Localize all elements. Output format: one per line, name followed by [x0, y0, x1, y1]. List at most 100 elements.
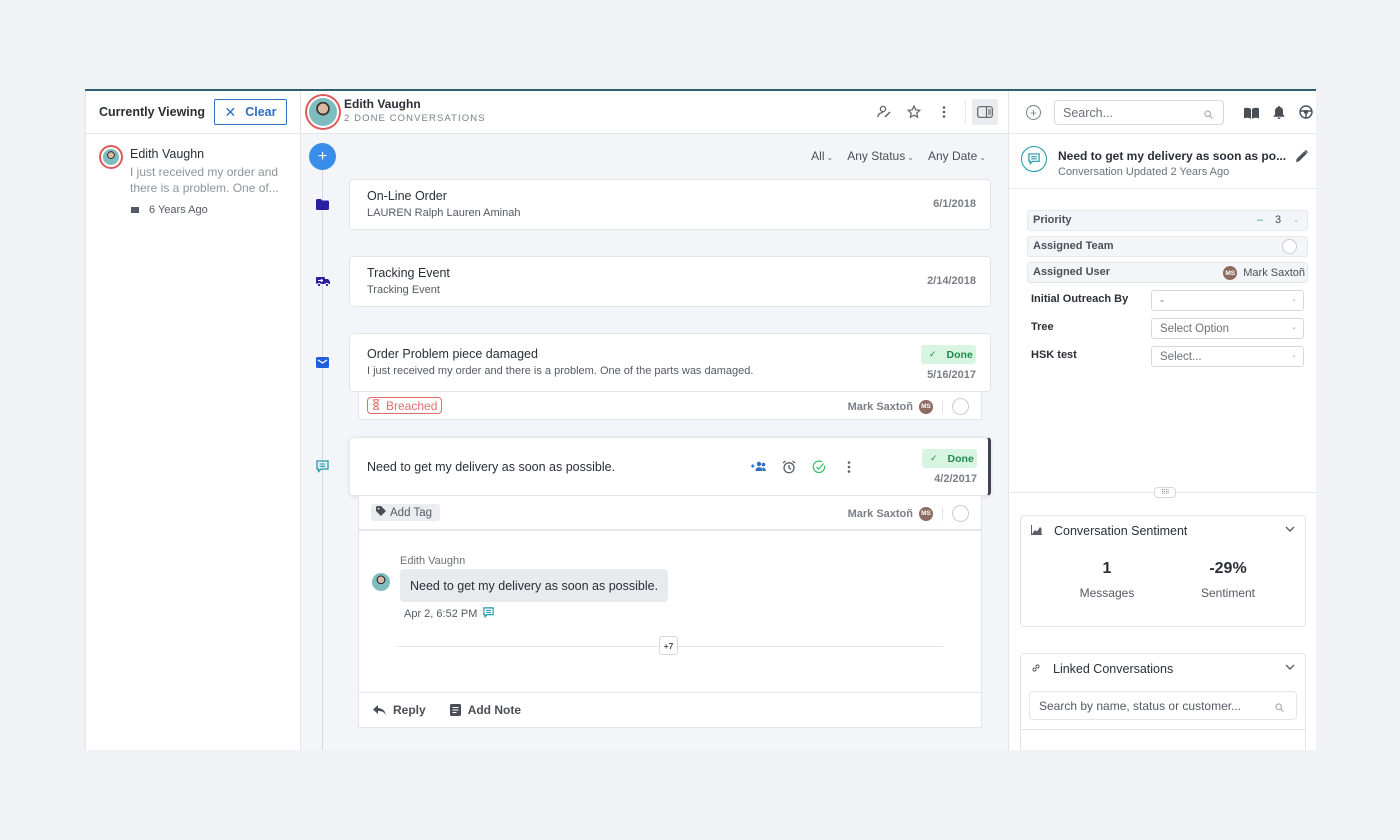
- header-actions: [869, 99, 998, 125]
- chat-icon: [483, 607, 495, 621]
- card-subtitle: LAUREN Ralph Lauren Aminah: [367, 207, 521, 219]
- filter-date[interactable]: Any Date ⌄: [928, 149, 986, 163]
- conversation-count: 2 DONE CONVERSATIONS: [344, 113, 486, 124]
- assigned-user-field[interactable]: Assigned User MS Mark Saxtoñ: [1027, 262, 1308, 283]
- priority-field[interactable]: Priority – 3 ⌄: [1027, 210, 1308, 231]
- tree-select[interactable]: Select Option ⌄: [1151, 318, 1304, 339]
- team-select-circle[interactable]: [1282, 239, 1297, 254]
- resolve-check-icon[interactable]: [810, 458, 827, 475]
- linked-divider: [1021, 729, 1305, 730]
- add-participant-icon[interactable]: [750, 458, 767, 475]
- viewing-list-item[interactable]: Edith Vaughn I just received my order an…: [86, 134, 300, 216]
- chevron-down-icon: ⌄: [1291, 324, 1297, 331]
- timeline-card-delivery[interactable]: Need to get my delivery as soon as possi…: [349, 437, 991, 496]
- timeline-card-order-problem[interactable]: Order Problem piece damaged I just recei…: [349, 333, 991, 392]
- assigned-team-label: Assigned Team: [1033, 240, 1114, 252]
- resize-handle[interactable]: ⠿⠿: [1154, 487, 1176, 498]
- right-toolbar-icons: [1244, 105, 1313, 124]
- viewing-item-time: 6 Years Ago: [149, 204, 208, 216]
- viewing-item-name: Edith Vaughn: [130, 147, 205, 161]
- knowledge-book-icon[interactable]: [1244, 106, 1259, 124]
- conversation-details-panel: + Search... Need to get my delivery as s…: [1009, 91, 1316, 750]
- linked-widget-header[interactable]: Linked Conversations: [1031, 662, 1173, 676]
- reply-button[interactable]: Reply: [373, 703, 426, 717]
- assignee-avatar: MS: [919, 506, 933, 521]
- clear-label: Clear: [245, 105, 277, 119]
- snooze-alarm-icon[interactable]: [780, 458, 797, 475]
- assigned-user-value: Mark Saxtoñ: [1243, 267, 1305, 279]
- hourglass-icon: [372, 398, 380, 413]
- check-icon: ✓: [929, 349, 937, 359]
- note-icon: [449, 704, 461, 716]
- chevron-down-icon: ⌄: [1291, 352, 1297, 359]
- panel-toggle-icon[interactable]: [972, 99, 998, 125]
- tree-field: Tree Select Option ⌄: [1031, 318, 1306, 339]
- timeline-card-tracking[interactable]: Tracking Event Tracking Event 2/14/2018: [349, 256, 991, 307]
- notifications-bell-icon[interactable]: [1273, 105, 1285, 124]
- more-vertical-icon[interactable]: [929, 99, 959, 125]
- conversation-title: Need to get my delivery as soon as po...: [1058, 149, 1287, 163]
- assignee-avatar: MS: [919, 399, 933, 414]
- link-icon: [1031, 662, 1041, 676]
- hsk-test-field: HSK test Select... ⌄: [1031, 346, 1306, 367]
- messages-count: 1: [1102, 560, 1112, 577]
- messages-stat: 1 Messages: [1057, 560, 1157, 600]
- hsk-test-select[interactable]: Select... ⌄: [1151, 346, 1304, 367]
- team-select-circle[interactable]: [952, 505, 969, 522]
- add-tag-button[interactable]: Add Tag: [371, 504, 440, 521]
- mail-icon: [315, 355, 330, 370]
- divider: [942, 399, 943, 414]
- chevron-down-icon: ⌄: [1291, 296, 1297, 303]
- chevron-down-icon[interactable]: [1285, 524, 1295, 535]
- initial-outreach-select[interactable]: - ⌄: [1151, 290, 1304, 311]
- add-event-button[interactable]: +: [309, 143, 336, 170]
- currently-viewing-panel: Currently Viewing ✕ Clear Edith Vaughn I…: [85, 91, 301, 750]
- assign-user-icon[interactable]: [869, 99, 899, 125]
- assignee[interactable]: Mark Saxtoñ MS: [848, 398, 969, 415]
- team-select-circle[interactable]: [952, 398, 969, 415]
- help-steering-icon[interactable]: [1299, 105, 1313, 124]
- search-icon: [1204, 108, 1213, 122]
- linked-search-input[interactable]: Search by name, status or customer...: [1029, 691, 1297, 720]
- assignee[interactable]: Mark Saxtoñ MS: [848, 505, 969, 522]
- star-icon[interactable]: [899, 99, 929, 125]
- card-date: 4/2/2017: [934, 473, 977, 485]
- chevron-down-icon[interactable]: [1285, 662, 1295, 673]
- initial-outreach-field: Initial Outreach By - ⌄: [1031, 290, 1306, 311]
- reply-icon: [373, 705, 386, 715]
- linked-conversations-widget: Linked Conversations Search by name, sta…: [1020, 653, 1306, 750]
- timeline-filters: All ⌄ Any Status ⌄ Any Date ⌄: [811, 149, 986, 163]
- customer-avatar[interactable]: [309, 98, 337, 126]
- add-note-button[interactable]: Add Note: [449, 703, 521, 717]
- assigned-user-label: Assigned User: [1033, 266, 1111, 278]
- check-icon: ✓: [930, 453, 938, 463]
- messages-label: Messages: [1079, 586, 1135, 600]
- card-subtitle: Tracking Event: [367, 284, 440, 296]
- more-vertical-icon[interactable]: [840, 458, 857, 475]
- customer-name[interactable]: Edith Vaughn: [344, 97, 421, 111]
- add-circle-icon[interactable]: +: [1026, 105, 1041, 120]
- plus-icon: +: [317, 147, 328, 165]
- sentiment-value: -29%: [1209, 560, 1247, 577]
- folder-icon: [315, 197, 330, 212]
- edit-pencil-icon[interactable]: [1296, 149, 1309, 167]
- header-divider: [965, 101, 966, 123]
- search-icon: [1275, 701, 1284, 715]
- card-footer: Breached Mark Saxtoñ MS: [358, 392, 982, 420]
- customer-header: Edith Vaughn 2 DONE CONVERSATIONS: [301, 91, 1008, 134]
- filter-all[interactable]: All ⌄: [811, 149, 833, 163]
- clear-button[interactable]: ✕ Clear: [214, 99, 287, 125]
- assigned-team-field[interactable]: Assigned Team: [1027, 236, 1308, 257]
- sentiment-stat: -29% Sentiment: [1178, 560, 1278, 600]
- card-title: Tracking Event: [367, 266, 450, 280]
- conversation-updated: Conversation Updated 2 Years Ago: [1058, 166, 1230, 178]
- global-search-input[interactable]: Search...: [1054, 100, 1224, 125]
- message-meta: Apr 2, 6:52 PM: [404, 607, 495, 621]
- priority-value: 3: [1275, 214, 1282, 226]
- sentiment-widget-header[interactable]: Conversation Sentiment: [1031, 524, 1187, 538]
- priority-label: Priority: [1033, 214, 1072, 226]
- filter-status[interactable]: Any Status ⌄: [847, 149, 914, 163]
- timeline-card-order[interactable]: On-Line Order LAUREN Ralph Lauren Aminah…: [349, 179, 991, 230]
- show-more-messages-button[interactable]: +7: [659, 636, 678, 655]
- status-badge: ✓ Done: [921, 345, 976, 364]
